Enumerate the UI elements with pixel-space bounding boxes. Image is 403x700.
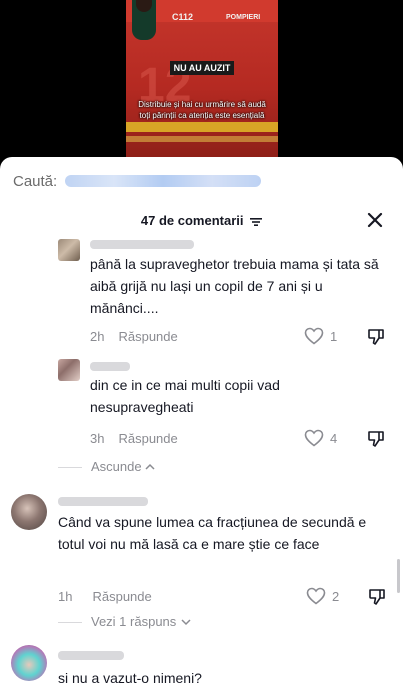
username-blurred[interactable] — [90, 362, 130, 371]
collapse-replies-button[interactable]: Ascunde — [91, 459, 155, 474]
comment: Când va spune lumea ca fracțiunea de sec… — [0, 491, 403, 611]
comment-text: Când va spune lumea ca fracțiunea de sec… — [58, 514, 367, 552]
chevron-up-icon — [145, 463, 155, 470]
thread-line — [58, 622, 82, 623]
comment-meta: 1h Răspunde — [58, 589, 152, 604]
collapse-label: Ascunde — [91, 459, 142, 474]
search-suggestion[interactable]: Caută: — [13, 171, 262, 191]
view-replies-label: Vezi 1 răspuns — [91, 614, 177, 629]
comments-header: 47 de comentarii — [0, 209, 403, 231]
search-label: Caută: — [13, 172, 58, 190]
avatar[interactable] — [58, 239, 80, 261]
comment-meta: 3h Răspunde — [90, 431, 178, 446]
reply-button[interactable]: Răspunde — [92, 589, 151, 604]
video-title: NU AU AUZIT — [169, 61, 235, 75]
username-blurred[interactable] — [90, 240, 194, 249]
like-count: 1 — [330, 328, 338, 344]
comment-text: din ce in ce mai multi copii vad nesupra… — [90, 377, 280, 415]
username-blurred[interactable] — [58, 497, 148, 506]
comments-count-label: 47 de comentarii — [140, 213, 244, 228]
heart-icon — [304, 429, 324, 447]
video-player[interactable]: C112 POMPIERI 12 NU AU AUZIT Distribuie … — [0, 0, 403, 158]
comment: si nu a vazut-o nimeni? — [0, 641, 403, 700]
heart-icon — [306, 587, 326, 605]
chevron-down-icon — [181, 618, 191, 625]
reply-button[interactable]: Răspunde — [118, 431, 177, 446]
comment-meta: 2h Răspunde — [90, 329, 178, 344]
view-replies-button[interactable]: Vezi 1 răspuns — [91, 614, 191, 629]
comment-time: 1h — [58, 589, 73, 604]
scrollbar[interactable] — [397, 559, 400, 593]
comment-text: până la supraveghetor trebuia mama și ta… — [90, 256, 379, 316]
video-frame: C112 POMPIERI 12 NU AU AUZIT Distribuie … — [126, 0, 278, 158]
search-term-blurred[interactable] — [65, 175, 262, 187]
comment-text: si nu a vazut-o nimeni? — [58, 670, 202, 686]
truck-label-left: C112 — [172, 12, 194, 22]
dislike-icon[interactable] — [366, 327, 386, 347]
truck-stripe-lower — [126, 136, 278, 142]
like-button[interactable]: 2 — [306, 587, 339, 605]
video-caption-line-1: Distribuie și hai cu urmărire să audă — [138, 100, 266, 109]
comments-sheet: Caută: 47 de comentarii până la supraveg… — [0, 157, 403, 700]
reply-comment: din ce in ce mai multi copii vad nesupra… — [0, 355, 403, 455]
thread-line — [58, 467, 82, 468]
filter-icon[interactable] — [250, 217, 263, 227]
truck-label-right: POMPIERI — [226, 14, 261, 21]
username-blurred[interactable] — [58, 651, 124, 660]
reply-comment: până la supraveghetor trebuia mama și ta… — [0, 237, 403, 347]
comments-count[interactable]: 47 de comentarii — [0, 213, 403, 228]
comment-time: 3h — [90, 431, 105, 446]
dislike-icon[interactable] — [366, 429, 386, 449]
truck-stripe — [126, 122, 278, 132]
video-title-overlay: NU AU AUZIT — [126, 58, 278, 76]
reply-button[interactable]: Răspunde — [118, 329, 177, 344]
like-count: 2 — [332, 588, 340, 604]
close-icon[interactable] — [366, 211, 384, 229]
avatar[interactable] — [11, 494, 47, 530]
heart-icon — [304, 327, 324, 345]
like-button[interactable]: 4 — [304, 429, 337, 447]
video-caption: Distribuie și hai cu urmărire să audă to… — [126, 99, 278, 121]
avatar[interactable] — [11, 645, 47, 681]
comment-time: 2h — [90, 329, 105, 344]
like-count: 4 — [330, 430, 338, 446]
like-button[interactable]: 1 — [304, 327, 337, 345]
dislike-icon[interactable] — [367, 587, 387, 607]
video-caption-line-2: toți părinții ca atenția este esențială — [139, 111, 265, 120]
avatar[interactable] — [58, 359, 80, 381]
